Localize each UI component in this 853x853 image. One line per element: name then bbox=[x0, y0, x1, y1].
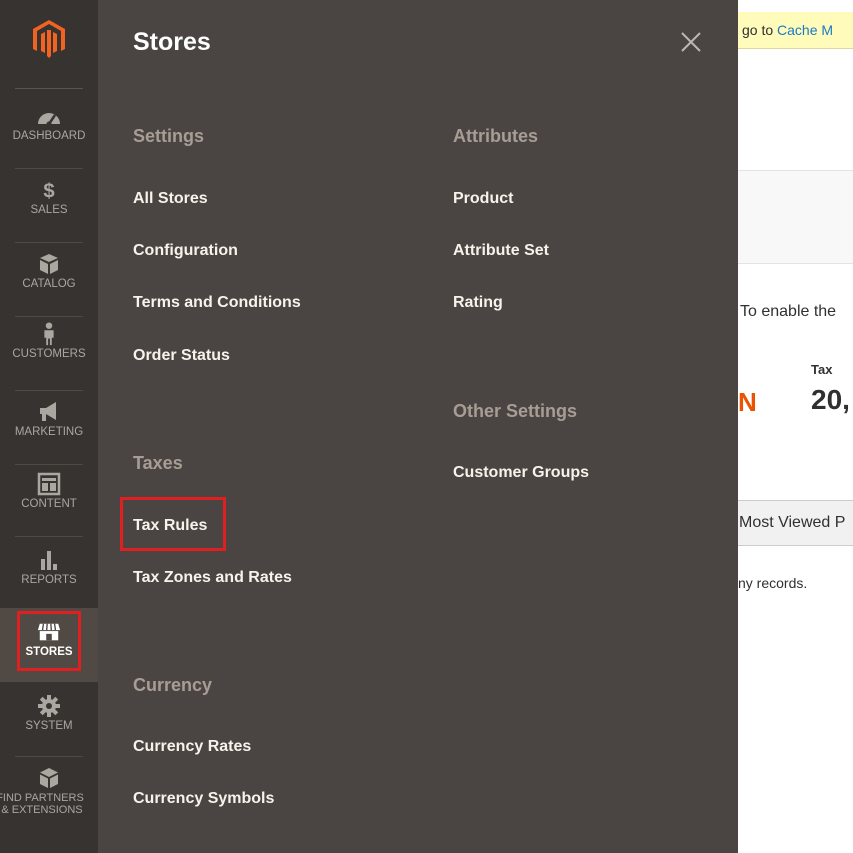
nav-divider bbox=[15, 390, 83, 391]
section-title-attributes: Attributes bbox=[453, 126, 538, 146]
nav-label-catalog: CATALOG bbox=[22, 278, 76, 290]
section-title-currency: Currency bbox=[133, 675, 213, 695]
menu-link-product[interactable]: Product bbox=[453, 190, 513, 208]
notice-text: go to bbox=[742, 22, 774, 38]
nav-label-customers: CUSTOMERS bbox=[12, 348, 86, 360]
customer-person-icon bbox=[44, 322, 54, 346]
nav-label-extensions: & EXTENSIONS bbox=[1, 804, 83, 816]
chart-enable-text: To enable the bbox=[740, 303, 837, 320]
revenue-stat-value: N bbox=[738, 387, 757, 417]
menu-link-configuration[interactable]: Configuration bbox=[133, 242, 238, 260]
nav-item-content[interactable]: CONTENT bbox=[0, 472, 98, 536]
nav-label-content: CONTENT bbox=[21, 498, 77, 510]
catalog-box-icon bbox=[40, 254, 58, 274]
magento-logo-icon bbox=[33, 20, 65, 58]
extensions-cube-icon bbox=[40, 768, 58, 788]
nav-divider bbox=[15, 242, 83, 243]
nav-divider bbox=[15, 536, 83, 537]
menu-link-currency-rates[interactable]: Currency Rates bbox=[133, 738, 251, 756]
megaphone-icon bbox=[40, 402, 56, 421]
nav-label-reports: REPORTS bbox=[21, 574, 77, 586]
nav-label-partners: FIND PARTNERS bbox=[0, 792, 84, 804]
no-records-text: ny records. bbox=[738, 575, 808, 591]
menu-link-currency-symbols[interactable]: Currency Symbols bbox=[133, 790, 274, 808]
bar-chart-icon bbox=[41, 551, 57, 570]
nav-divider bbox=[15, 88, 83, 89]
menu-link-terms-and-conditions[interactable]: Terms and Conditions bbox=[133, 294, 301, 312]
nav-divider bbox=[15, 756, 83, 757]
tax-stat-value: 20, bbox=[811, 384, 850, 415]
gear-icon bbox=[38, 695, 60, 717]
nav-divider bbox=[15, 316, 83, 317]
menu-link-order-status[interactable]: Order Status bbox=[133, 347, 230, 365]
nav-item-dashboard[interactable]: DASHBOARD bbox=[0, 104, 98, 168]
nav-label-sales: SALES bbox=[30, 204, 68, 216]
nav-divider bbox=[15, 168, 83, 169]
nav-label-system: SYSTEM bbox=[25, 720, 73, 732]
nav-item-sales[interactable]: $ SALES bbox=[0, 178, 98, 242]
nav-item-customers[interactable]: CUSTOMERS bbox=[0, 322, 98, 390]
stores-highlight-box bbox=[17, 611, 81, 671]
content-layout-icon bbox=[37, 472, 61, 496]
stores-flyout-menu: Stores Settings All Stores Configuration… bbox=[98, 0, 738, 853]
nav-item-catalog[interactable]: CATALOG bbox=[0, 252, 98, 316]
close-button[interactable] bbox=[676, 27, 706, 57]
cache-management-link[interactable]: Cache M bbox=[777, 22, 833, 38]
section-title-other-settings: Other Settings bbox=[453, 401, 578, 421]
tax-rules-highlight-box bbox=[120, 497, 226, 551]
system-notice-bar: go to Cache M bbox=[735, 12, 853, 49]
svg-text:$: $ bbox=[43, 180, 54, 202]
nav-divider bbox=[15, 464, 83, 465]
nav-item-reports[interactable]: REPORTS bbox=[0, 548, 98, 608]
nav-item-system[interactable]: SYSTEM bbox=[0, 694, 98, 754]
nav-item-marketing[interactable]: MARKETING bbox=[0, 400, 98, 464]
admin-sidebar-nav: DASHBOARD $ SALES CATALOG CUSTOMERS MARK… bbox=[0, 0, 98, 853]
menu-link-rating[interactable]: Rating bbox=[453, 294, 503, 312]
section-title-settings: Settings bbox=[133, 126, 205, 146]
section-title-taxes: Taxes bbox=[133, 453, 183, 473]
menu-link-tax-zones-and-rates[interactable]: Tax Zones and Rates bbox=[133, 569, 292, 587]
close-icon bbox=[681, 32, 701, 52]
dashboard-icon bbox=[38, 113, 60, 127]
dashboard-header-band bbox=[735, 170, 853, 264]
nav-label-dashboard: DASHBOARD bbox=[12, 130, 86, 142]
tax-stat-label: Tax bbox=[811, 362, 833, 377]
menu-link-customer-groups[interactable]: Customer Groups bbox=[453, 464, 589, 482]
nav-item-partners-extensions[interactable]: FIND PARTNERS & EXTENSIONS bbox=[0, 766, 98, 836]
dollar-icon: $ bbox=[43, 180, 54, 202]
nav-label-marketing: MARKETING bbox=[14, 426, 84, 438]
flyout-title: Stores bbox=[133, 28, 211, 56]
magento-logo[interactable] bbox=[0, 0, 98, 88]
most-viewed-products-tab[interactable]: Most Viewed P bbox=[728, 500, 853, 546]
menu-link-attribute-set[interactable]: Attribute Set bbox=[453, 242, 549, 260]
menu-link-all-stores[interactable]: All Stores bbox=[133, 190, 208, 208]
